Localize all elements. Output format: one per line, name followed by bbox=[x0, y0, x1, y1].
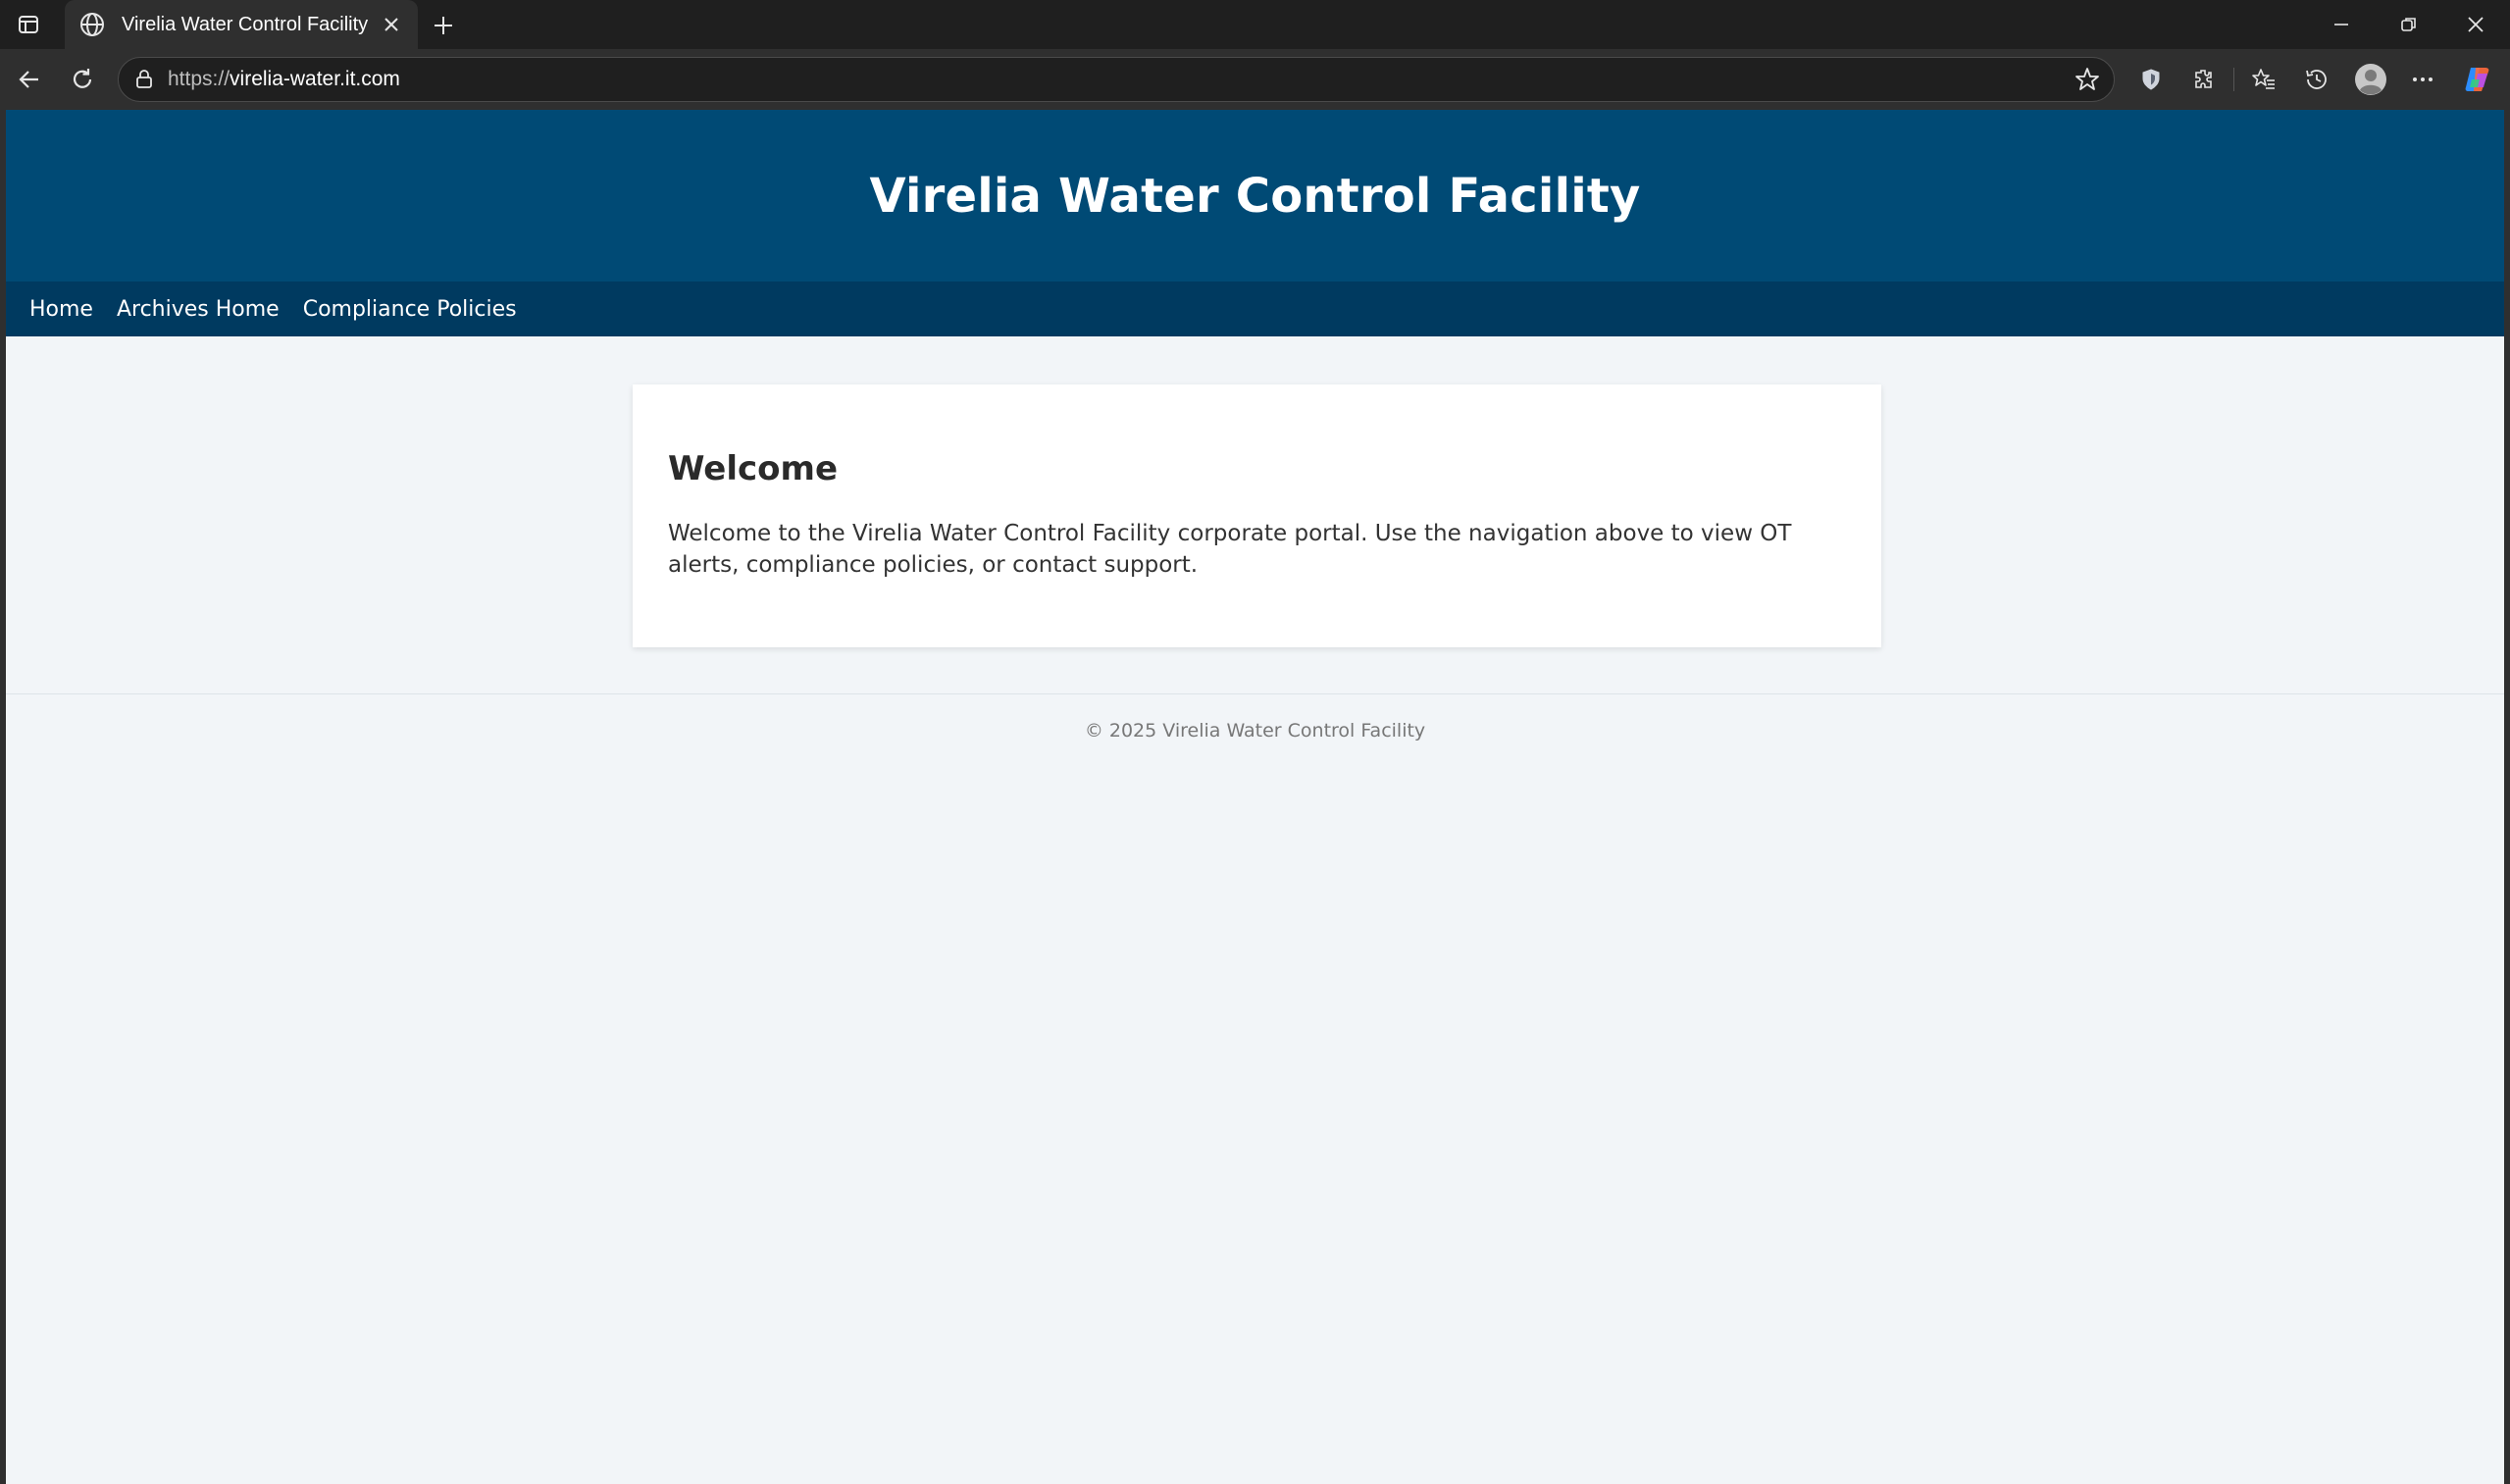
more-icon[interactable] bbox=[2405, 62, 2440, 97]
address-bar[interactable]: https://virelia-water.it.com bbox=[118, 57, 2115, 102]
shield-icon[interactable] bbox=[2133, 62, 2169, 97]
footer-divider bbox=[6, 693, 2504, 694]
nav-link-compliance-policies[interactable]: Compliance Policies bbox=[303, 297, 517, 322]
url-scheme: https:// bbox=[168, 68, 231, 90]
welcome-text: Welcome to the Virelia Water Control Fac… bbox=[668, 521, 1792, 578]
globe-icon bbox=[78, 11, 106, 38]
star-icon[interactable] bbox=[2073, 65, 2102, 94]
restore-icon[interactable] bbox=[2375, 0, 2443, 49]
copilot-icon[interactable] bbox=[2460, 62, 2495, 97]
minimize-icon[interactable] bbox=[2307, 0, 2376, 49]
refresh-icon[interactable] bbox=[65, 62, 100, 97]
welcome-card: Welcome Welcome to the Virelia Water Con… bbox=[633, 384, 1881, 647]
url-text[interactable]: https://virelia-water.it.com bbox=[168, 68, 2073, 91]
window-close-icon[interactable] bbox=[2441, 0, 2510, 49]
toolbar-separator bbox=[2233, 68, 2234, 91]
site-nav: Home Archives Home Compliance Policies bbox=[6, 281, 2504, 336]
page-viewport: Virelia Water Control Facility Home Arch… bbox=[6, 110, 2504, 1484]
history-icon[interactable] bbox=[2299, 62, 2334, 97]
extensions-icon[interactable] bbox=[2186, 62, 2222, 97]
close-icon[interactable] bbox=[379, 12, 404, 37]
footer-copyright: © 2025 Virelia Water Control Facility bbox=[1084, 720, 1426, 742]
favorites-icon[interactable] bbox=[2246, 62, 2281, 97]
tab-title: Virelia Water Control Facility bbox=[122, 13, 369, 35]
browser-tab-active[interactable]: Virelia Water Control Facility bbox=[65, 0, 418, 49]
nav-link-home[interactable]: Home bbox=[29, 297, 93, 322]
url-host: virelia-water.it.com bbox=[230, 68, 400, 90]
plus-icon[interactable] bbox=[428, 10, 459, 41]
site-header: Virelia Water Control Facility bbox=[6, 110, 2504, 281]
window-frame-right bbox=[2504, 110, 2510, 1484]
nav-link-archives-home[interactable]: Archives Home bbox=[117, 297, 280, 322]
lock-icon[interactable] bbox=[132, 68, 156, 91]
tab-actions-icon[interactable] bbox=[14, 11, 43, 38]
welcome-heading: Welcome bbox=[668, 449, 839, 488]
browser-toolbar: https://virelia-water.it.com bbox=[0, 49, 2510, 110]
back-icon[interactable] bbox=[12, 62, 47, 97]
site-title: Virelia Water Control Facility bbox=[869, 168, 1641, 224]
profile-icon[interactable] bbox=[2353, 62, 2388, 97]
browser-title-bar: Virelia Water Control Facility bbox=[0, 0, 2510, 49]
